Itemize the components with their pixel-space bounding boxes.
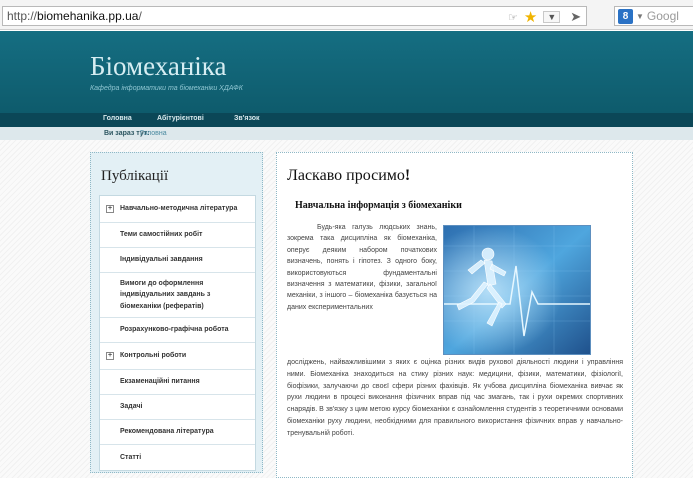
intro-paragraph: Будь-яка галузь людських знань, зокрема … xyxy=(287,224,437,311)
sidebar-title: Публікації xyxy=(101,168,169,184)
sidebar-item-independent-topics[interactable]: Теми самостійних робіт xyxy=(100,223,255,248)
url-path: / xyxy=(138,9,142,23)
rss-icon[interactable]: ☞ xyxy=(508,11,518,24)
main-nav: Головна Абітурієнтові Зв'язок xyxy=(0,113,693,127)
sidebar-item-articles[interactable]: Статті xyxy=(100,445,255,470)
google-search-engine-icon[interactable]: 8 xyxy=(618,8,633,24)
site-title[interactable]: Біомеханіка xyxy=(90,51,226,82)
search-box[interactable]: 8 ▼ Googl xyxy=(614,6,693,26)
nav-item-applicants[interactable]: Абітурієнтові xyxy=(157,115,204,122)
browser-toolbar: http://biomehanika.pp.ua/ ☞ ★ ▼ ➤ 8 ▼ Go… xyxy=(0,0,693,30)
sidebar-item-graphic-work[interactable]: Розрахунково-графічна робота xyxy=(100,318,255,343)
sidebar-item-label: Індивідуальні завдання xyxy=(120,256,203,264)
main-content: Ласкаво просимо! Навчальна інформація з … xyxy=(276,152,633,478)
breadcrumb-home-link[interactable]: Головна xyxy=(140,130,167,137)
page-title-mark: ! xyxy=(404,167,411,184)
sidebar-item-label: Теми самостійних робіт xyxy=(120,231,203,239)
sidebar-item-problems[interactable]: Задачі xyxy=(100,395,255,420)
bookmark-star-icon[interactable]: ★ xyxy=(524,8,537,26)
breadcrumb: Ви зараз тут: Головна xyxy=(0,127,693,140)
nav-item-contact[interactable]: Зв'язок xyxy=(234,115,260,122)
expand-icon[interactable]: + xyxy=(106,352,114,360)
address-bar[interactable]: http://biomehanika.pp.ua/ xyxy=(2,6,587,26)
page-title: Ласкаво просимо! xyxy=(287,167,410,185)
sidebar-item-label: Вимоги до оформлення індивідуальних завд… xyxy=(120,280,211,310)
running-figure-image xyxy=(443,225,591,355)
running-figure-illustration xyxy=(444,226,590,354)
search-input-placeholder[interactable]: Googl xyxy=(647,9,679,23)
url-scheme: http:// xyxy=(7,9,38,23)
sidebar-item-label: Статті xyxy=(120,453,142,461)
url-host: biomehanika.pp.ua xyxy=(37,9,139,23)
address-bar-icons: ☞ ★ ▼ ➤ xyxy=(508,8,581,26)
site-subtitle: Кафедра інформатики та біомеханіки ХДАФК xyxy=(90,85,243,92)
history-dropdown-icon[interactable]: ▼ xyxy=(543,11,561,23)
sidebar-publications: Публікації + Навчально-методична літерату… xyxy=(90,152,263,473)
sidebar-menu: + Навчально-методична література Теми сам… xyxy=(99,195,256,471)
go-forward-icon[interactable]: ➤ xyxy=(570,9,581,25)
sidebar-item-label: Екзаменаційні питання xyxy=(120,378,200,386)
webpage: Біомеханіка Кафедра інформатики та біоме… xyxy=(0,31,693,478)
sidebar-item-label: Навчально-методична література xyxy=(120,205,238,213)
sidebar-item-label: Рекомендована література xyxy=(120,428,214,436)
sidebar-item-label: Розрахунково-графічна робота xyxy=(120,326,229,334)
sidebar-item-label: Задачі xyxy=(120,403,143,411)
expand-icon[interactable]: + xyxy=(106,205,114,213)
body-paragraph: досліджень, найважливішими з яких є оцін… xyxy=(287,359,623,437)
sidebar-item-exam-questions[interactable]: Екзаменаційні питання xyxy=(100,370,255,395)
search-engine-dropdown-icon[interactable]: ▼ xyxy=(636,12,644,21)
site-header: Біомеханіка Кафедра інформатики та біоме… xyxy=(0,31,693,113)
sidebar-item-individual-tasks[interactable]: Індивідуальні завдання xyxy=(100,248,255,273)
sidebar-item-essay-requirements[interactable]: Вимоги до оформлення індивідуальних завд… xyxy=(100,273,255,318)
section-heading: Навчальна інформація з біомеханіки xyxy=(295,200,462,211)
sidebar-item-control-works[interactable]: + Контрольні роботи xyxy=(100,343,255,370)
sidebar-item-methodical-literature[interactable]: + Навчально-методична література xyxy=(100,196,255,223)
sidebar-item-recommended-literature[interactable]: Рекомендована література xyxy=(100,420,255,445)
sidebar-item-label: Контрольні роботи xyxy=(120,352,187,360)
page-title-text: Ласкаво просимо xyxy=(287,167,405,184)
nav-item-home[interactable]: Головна xyxy=(103,115,132,122)
